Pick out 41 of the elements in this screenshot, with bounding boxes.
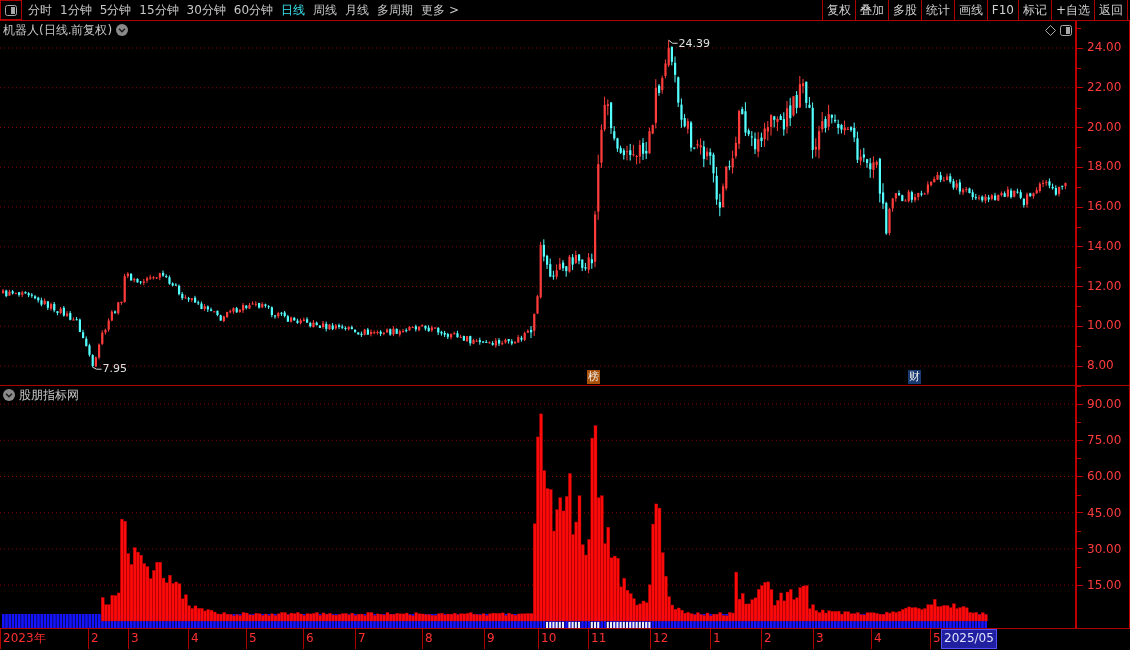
date-label: 2 <box>761 629 813 649</box>
period-tab[interactable]: 5分钟 <box>99 1 132 19</box>
period-tab[interactable]: 多周期 <box>377 1 414 19</box>
period-tab[interactable]: 周线 <box>313 1 338 19</box>
period-tab[interactable]: 更多 > <box>421 1 459 19</box>
toolbar-button[interactable]: 画线 <box>953 0 987 20</box>
toolbar-button[interactable]: 返回 <box>1094 0 1128 20</box>
date-label: 11 <box>588 629 650 649</box>
date-label: 2023年 <box>0 629 88 649</box>
period-tab[interactable]: 15分钟 <box>139 1 179 19</box>
toolbar-button[interactable]: 叠加 <box>854 0 888 20</box>
toolbar-button[interactable]: 统计 <box>920 0 954 20</box>
toolbar-button[interactable]: 复权 <box>821 0 855 20</box>
date-label: 8 <box>422 629 484 649</box>
date-label: 3 <box>128 629 188 649</box>
date-label: 4 <box>871 629 930 649</box>
date-label: 6 <box>303 629 355 649</box>
period-tab[interactable]: 日线 <box>281 1 306 19</box>
date-label: 2 <box>88 629 128 649</box>
date-label: 10 <box>538 629 588 649</box>
date-label: 3 <box>813 629 871 649</box>
toolbar-button[interactable]: 标记 <box>1017 0 1051 20</box>
date-label: 5 <box>246 629 303 649</box>
period-tab[interactable]: 30分钟 <box>186 1 226 19</box>
chevron-circle-icon[interactable] <box>3 389 15 401</box>
indicator-title: 股朋指标网 <box>19 388 79 402</box>
date-label: 9 <box>484 629 538 649</box>
date-label: 4 <box>188 629 246 649</box>
toolbar-button[interactable]: +自选 <box>1050 0 1094 20</box>
toolbar-button[interactable]: 多股 <box>887 0 921 20</box>
period-tab[interactable]: 60分钟 <box>233 1 274 19</box>
date-label: 7 <box>355 629 422 649</box>
period-tab[interactable]: 分时 <box>28 1 52 19</box>
date-label: 12 <box>650 629 710 649</box>
period-tab[interactable]: 月线 <box>345 1 370 19</box>
panel-toggle-icon[interactable] <box>5 4 17 16</box>
cursor-date-label: 2025/05 <box>941 629 997 649</box>
date-label: 1 <box>710 629 761 649</box>
period-tab[interactable]: 1分钟 <box>60 1 92 19</box>
layout-toggle-button[interactable] <box>0 0 22 20</box>
toolbar-button[interactable]: F10 <box>986 0 1018 20</box>
